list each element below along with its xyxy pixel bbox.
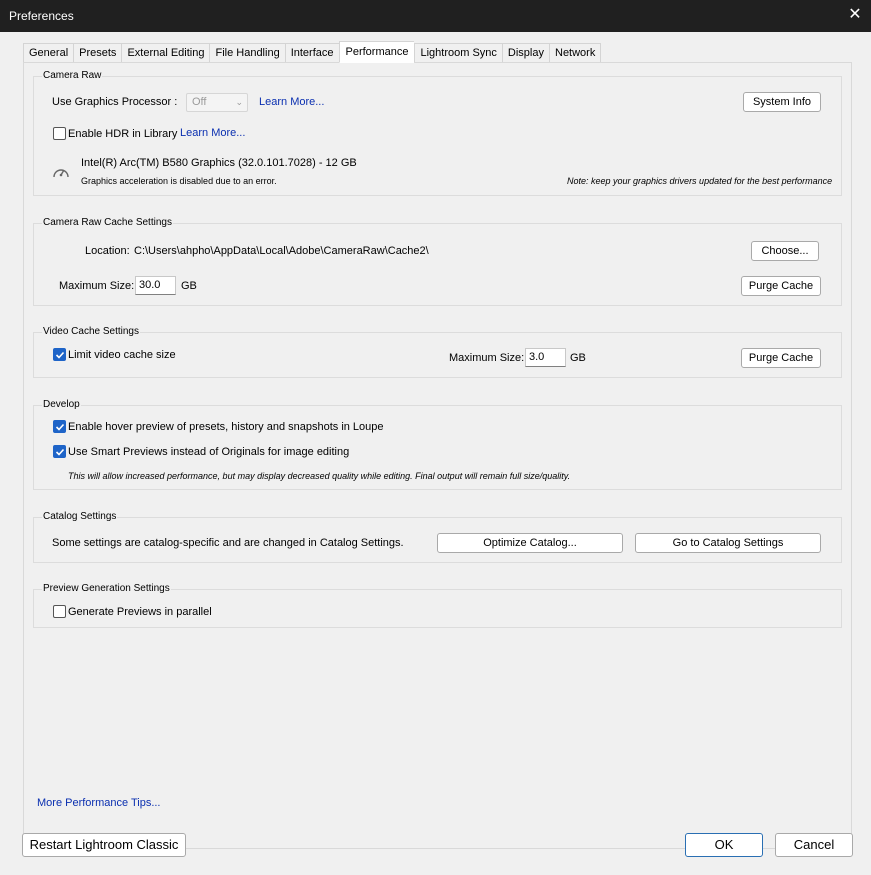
tab-general[interactable]: General — [23, 43, 74, 63]
catalog-text: Some settings are catalog-specific and a… — [52, 537, 404, 549]
location-label: Location: — [85, 245, 130, 257]
parallel-previews-label: Generate Previews in parallel — [68, 606, 212, 618]
go-to-catalog-settings-button[interactable]: Go to Catalog Settings — [635, 533, 821, 553]
video-unit: GB — [570, 352, 586, 364]
optimize-catalog-button[interactable]: Optimize Catalog... — [437, 533, 623, 553]
check-icon — [55, 448, 65, 456]
group-label: Camera Raw — [42, 69, 103, 83]
tab-external-editing[interactable]: External Editing — [121, 43, 210, 63]
tab-display[interactable]: Display — [501, 43, 549, 63]
tab-interface[interactable]: Interface — [284, 43, 339, 63]
more-performance-tips-link[interactable]: More Performance Tips... — [37, 796, 161, 810]
check-icon — [55, 351, 65, 359]
video-max-size-label: Maximum Size: — [449, 352, 525, 364]
smart-previews-label: Use Smart Previews instead of Originals … — [68, 446, 350, 458]
group-label: Camera Raw Cache Settings — [42, 216, 173, 230]
hover-preview-label: Enable hover preview of presets, history… — [68, 421, 384, 433]
speedometer-icon — [53, 169, 69, 178]
group-label: Video Cache Settings — [42, 325, 140, 339]
title-bar: Preferences ✕ — [0, 0, 871, 32]
purge-cache-button[interactable]: Purge Cache — [741, 276, 821, 296]
gpu-label: Use Graphics Processor : — [52, 96, 178, 108]
learn-more-gpu-link[interactable]: Learn More... — [259, 95, 324, 109]
window-title: Preferences — [9, 9, 74, 23]
tab-presets[interactable]: Presets — [73, 43, 122, 63]
tab-file-handling[interactable]: File Handling — [209, 43, 285, 63]
video-max-size-input[interactable]: 3.0 — [525, 348, 566, 367]
gpu-select-value: Off — [192, 96, 207, 108]
gpu-select[interactable]: Off ⌄ — [186, 93, 248, 112]
limit-video-cache-label: Limit video cache size — [68, 349, 176, 361]
location-path: C:\Users\ahpho\AppData\Local\Adobe\Camer… — [134, 245, 429, 257]
group-label: Catalog Settings — [42, 510, 118, 524]
tab-performance[interactable]: Performance — [338, 41, 415, 63]
ok-button[interactable]: OK — [685, 833, 763, 857]
close-icon[interactable]: ✕ — [847, 6, 863, 24]
gpu-status: Graphics acceleration is disabled due to… — [81, 176, 277, 186]
tab-network[interactable]: Network — [549, 43, 602, 63]
chevron-down-icon: ⌄ — [235, 97, 243, 107]
cache-unit: GB — [181, 280, 197, 292]
video-purge-cache-button[interactable]: Purge Cache — [741, 348, 821, 368]
restart-lightroom-button[interactable]: Restart Lightroom Classic — [22, 833, 186, 857]
limit-video-cache-checkbox[interactable] — [53, 348, 66, 361]
system-info-button[interactable]: System Info — [743, 92, 821, 112]
check-icon — [55, 423, 65, 431]
learn-more-hdr-link[interactable]: Learn More... — [180, 126, 245, 140]
parallel-previews-checkbox[interactable] — [53, 605, 66, 618]
tab-bar: General Presets External Editing File Ha… — [23, 41, 602, 63]
group-label: Develop — [42, 398, 81, 412]
group-label: Preview Generation Settings — [42, 582, 171, 596]
cancel-button[interactable]: Cancel — [775, 833, 853, 857]
hdr-label: Enable HDR in Library — [68, 128, 178, 140]
dialog-client: General Presets External Editing File Ha… — [0, 32, 871, 875]
hdr-checkbox[interactable] — [53, 127, 66, 140]
smart-previews-checkbox[interactable] — [53, 445, 66, 458]
hover-preview-checkbox[interactable] — [53, 420, 66, 433]
cache-max-size-input[interactable]: 30.0 — [135, 276, 176, 295]
cache-max-size-label: Maximum Size: — [59, 280, 135, 292]
develop-note: This will allow increased performance, b… — [68, 471, 571, 481]
choose-button[interactable]: Choose... — [751, 241, 819, 261]
driver-note: Note: keep your graphics drivers updated… — [567, 176, 833, 186]
tab-lightroom-sync[interactable]: Lightroom Sync — [414, 43, 502, 63]
gpu-name: Intel(R) Arc(TM) B580 Graphics (32.0.101… — [81, 157, 357, 169]
